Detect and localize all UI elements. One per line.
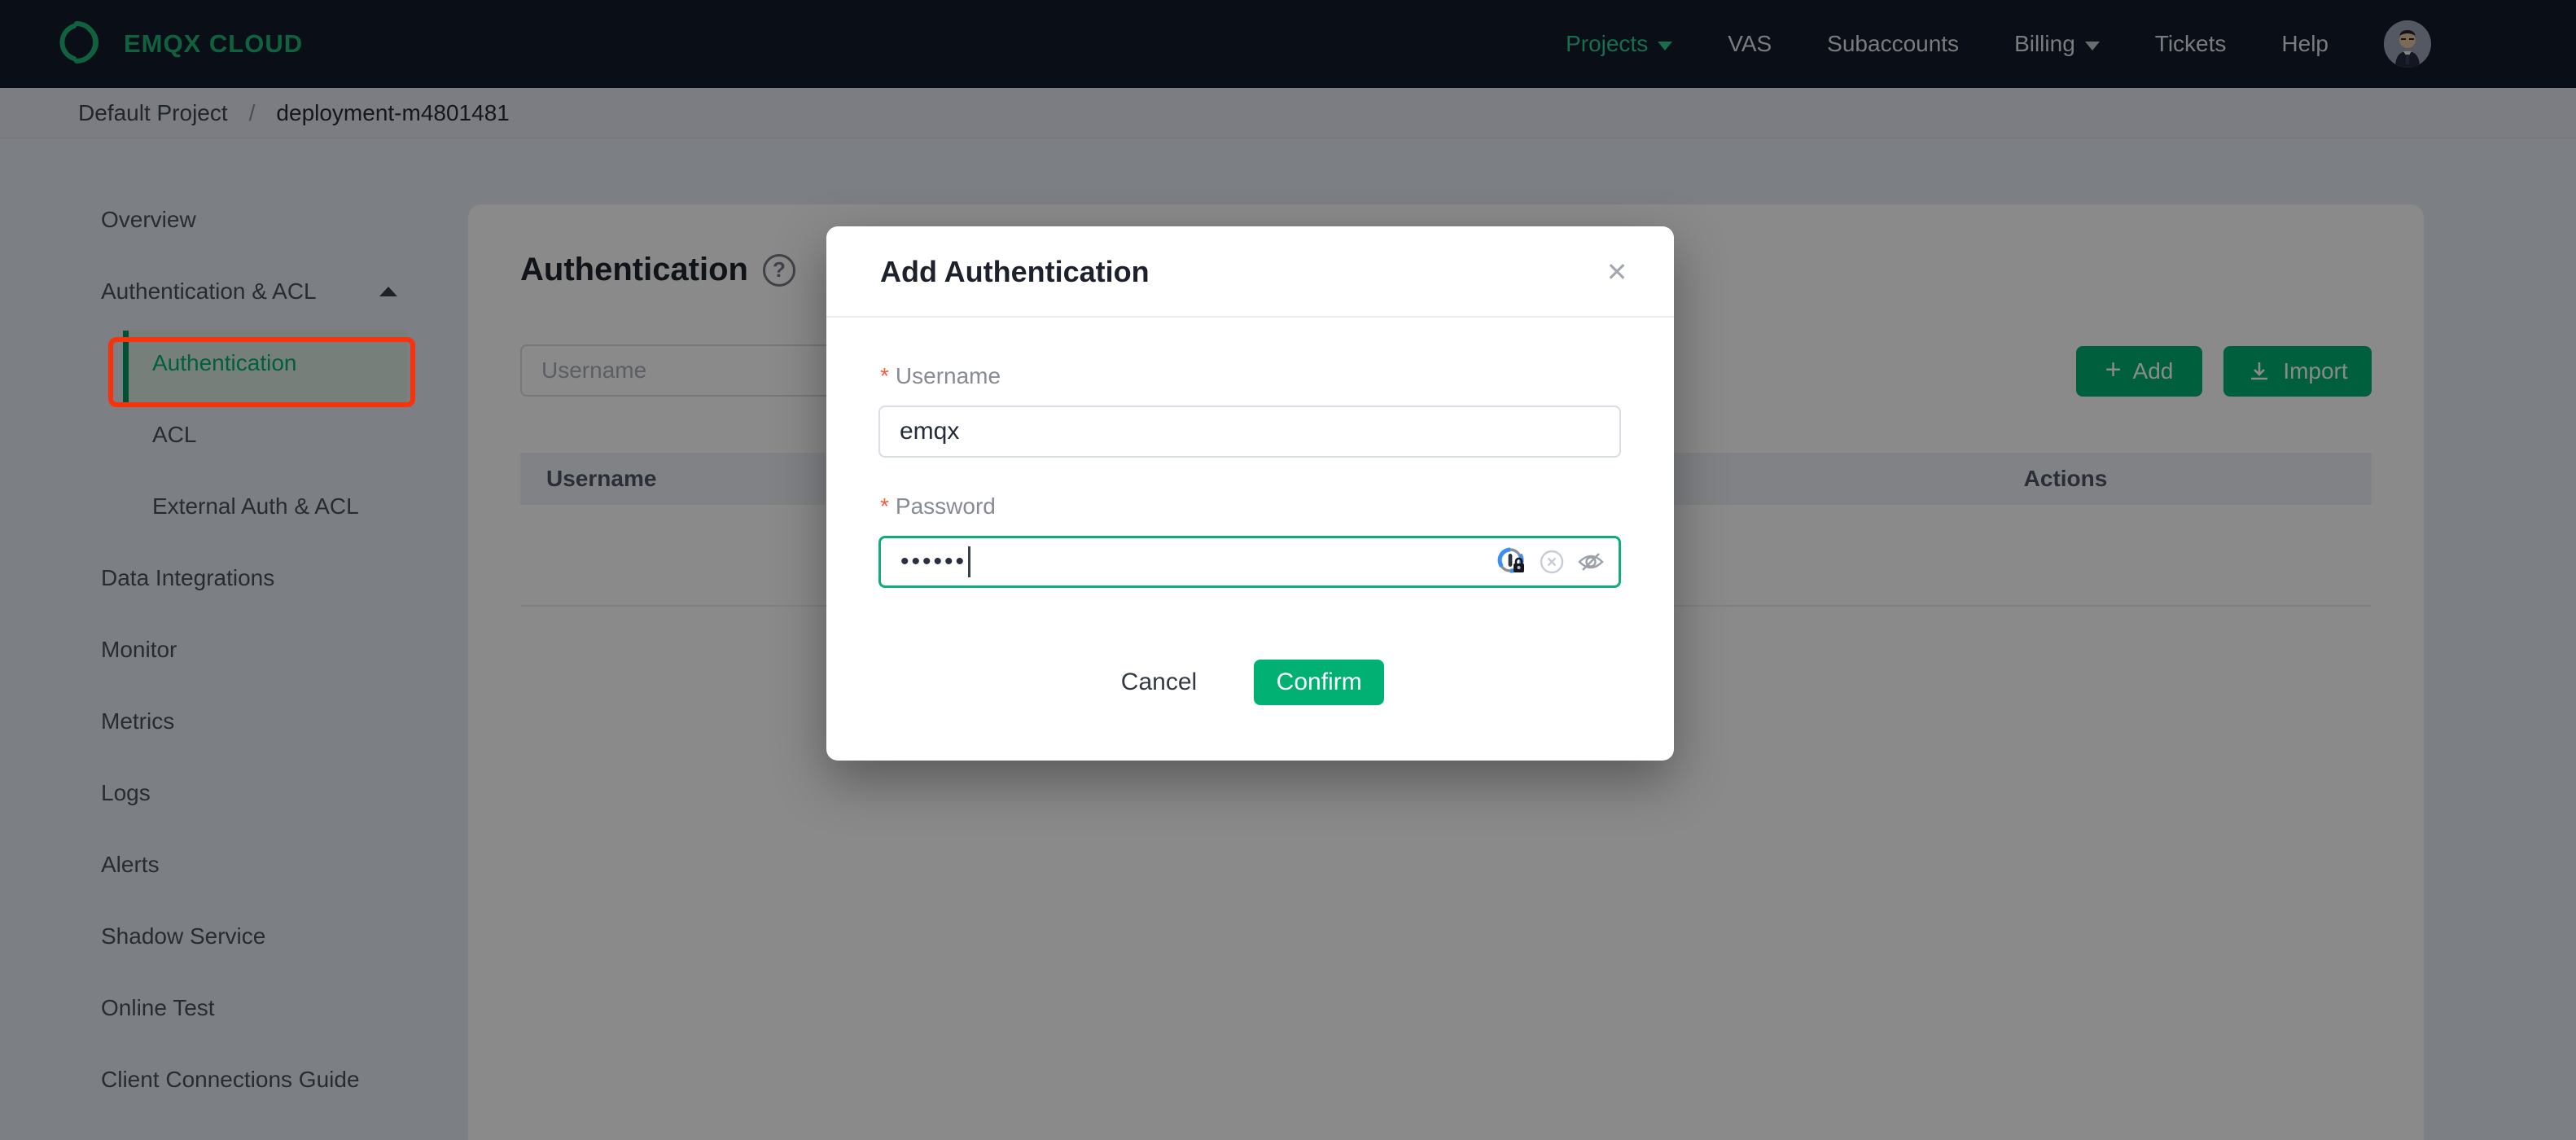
modal-username-input[interactable]: emqx <box>878 406 1621 458</box>
password-input-icons <box>1496 538 1606 585</box>
emqx-cloud-app: EMQX CLOUD Projects VAS Subaccounts Bill… <box>0 0 2576 1140</box>
password-manager-icon[interactable] <box>1496 546 1527 577</box>
modal-footer: Cancel Confirm <box>826 660 1674 705</box>
required-asterisk: * <box>880 493 889 519</box>
input-caret <box>968 546 971 577</box>
clear-input-icon[interactable] <box>1539 549 1565 575</box>
modal-username-value: emqx <box>900 418 960 445</box>
toggle-password-visibility-icon[interactable] <box>1576 547 1606 577</box>
modal-title: Add Authentication <box>880 255 1150 288</box>
modal-header: Add Authentication ✕ <box>826 226 1674 318</box>
add-authentication-modal: Add Authentication ✕ * Username emqx * Pas… <box>826 226 1674 761</box>
modal-password-input[interactable]: •••••• <box>878 536 1621 588</box>
annotation-highlight-rect <box>108 337 415 407</box>
username-field-label: * Username <box>880 363 1001 388</box>
close-icon[interactable]: ✕ <box>1592 226 1641 318</box>
required-asterisk: * <box>880 363 889 388</box>
password-field-label: * Password <box>880 493 996 519</box>
confirm-button[interactable]: Confirm <box>1254 660 1385 705</box>
masked-password-value: •••••• <box>900 548 967 575</box>
cancel-button[interactable]: Cancel <box>1116 668 1202 697</box>
